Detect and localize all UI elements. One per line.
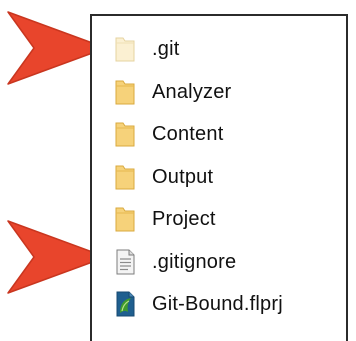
- folder-icon: [114, 163, 136, 191]
- file-row-content[interactable]: Content: [114, 116, 223, 152]
- file-row-gitignore[interactable]: .gitignore: [114, 244, 236, 280]
- file-name: Git-Bound.flprj: [152, 292, 283, 315]
- file-name: Content: [152, 122, 224, 145]
- screenshot-canvas: .git Analyzer Content Output Project .gi…: [0, 0, 356, 341]
- folder-icon: [114, 78, 136, 106]
- folder-hidden-icon: [114, 35, 136, 63]
- folder-icon: [114, 120, 136, 148]
- file-row-analyzer[interactable]: Analyzer: [114, 74, 231, 110]
- file-row-project[interactable]: Project: [114, 201, 216, 237]
- file-name: .git: [152, 37, 180, 60]
- flare-project-icon: [114, 290, 136, 318]
- file-row-flprj[interactable]: Git-Bound.flprj: [114, 286, 283, 322]
- file-row-output[interactable]: Output: [114, 159, 213, 195]
- file-row-git[interactable]: .git: [114, 31, 179, 67]
- folder-icon: [114, 205, 136, 233]
- file-name: Project: [152, 207, 216, 230]
- file-explorer-pane: .git Analyzer Content Output Project .gi…: [90, 14, 348, 341]
- text-file-icon: [114, 248, 136, 276]
- file-name: .gitignore: [152, 250, 237, 273]
- file-name: Analyzer: [152, 80, 232, 103]
- file-name: Output: [152, 165, 214, 188]
